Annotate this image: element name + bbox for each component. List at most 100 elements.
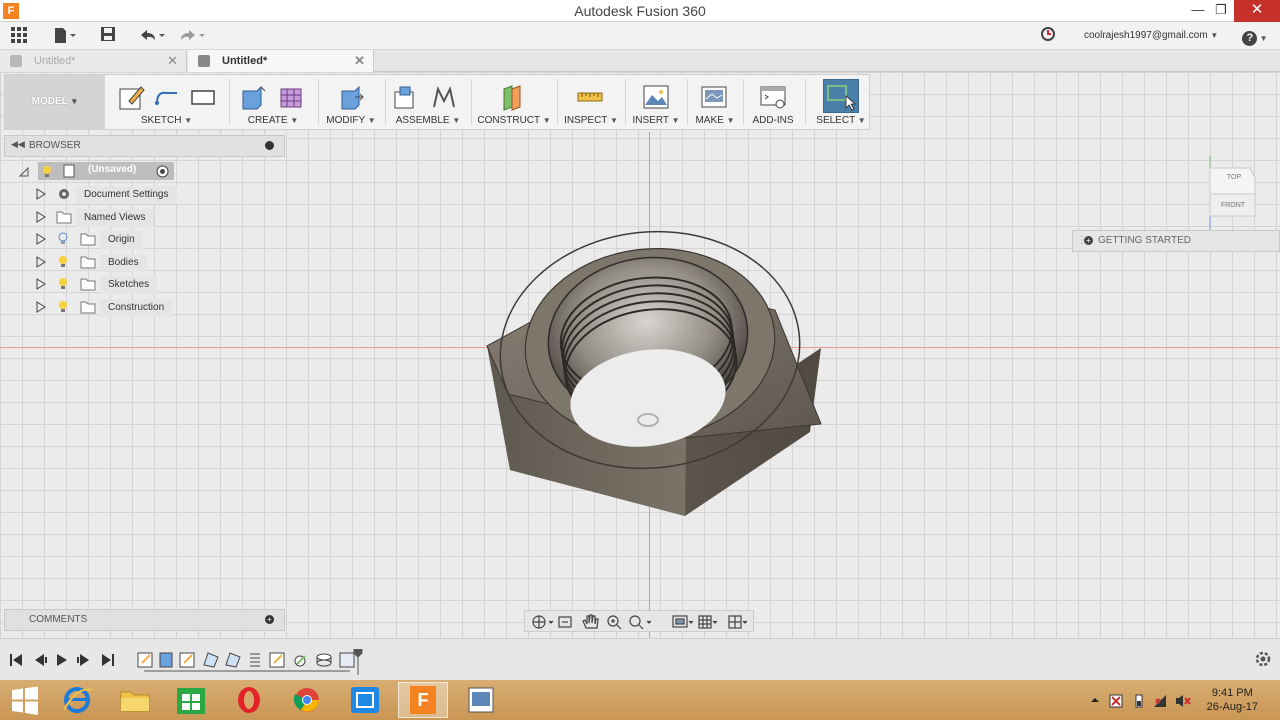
create-sketch-icon[interactable]	[117, 83, 145, 111]
file-menu-icon[interactable]	[50, 26, 80, 46]
timeline-bar	[0, 638, 1280, 680]
select-menu[interactable]: SELECT ▼	[811, 115, 871, 126]
expand-arrow-icon[interactable]	[36, 211, 46, 223]
divider	[805, 79, 806, 125]
workspace-label: MODEL	[31, 96, 68, 107]
inspect-menu[interactable]: INSPECT ▼	[560, 115, 622, 126]
rectangle-icon[interactable]	[189, 83, 217, 111]
document-tab-bar: Untitled* ✕ Untitled* ✕	[0, 50, 1280, 72]
create-menu[interactable]: CREATE ▼	[233, 115, 313, 126]
visibility-bulb-icon[interactable]	[40, 164, 54, 178]
undo-icon[interactable]	[136, 26, 168, 46]
document-tab-active[interactable]: Untitled* ✕	[188, 50, 374, 72]
clock-time: 9:41 PM	[1211, 687, 1253, 699]
save-icon[interactable]	[98, 26, 118, 46]
assemble-menu[interactable]: ASSEMBLE ▼	[388, 115, 468, 126]
visibility-bulb-icon[interactable]	[56, 299, 70, 313]
zoom-icon	[607, 615, 622, 630]
user-account-menu[interactable]: coolrajesh1997@gmail.com ▼	[1084, 30, 1218, 41]
document-viewer-icon[interactable]	[456, 682, 506, 718]
opera-icon[interactable]	[224, 682, 274, 718]
divider	[229, 79, 230, 125]
joint-icon[interactable]	[430, 83, 458, 111]
chevron-down-icon: ▼	[610, 116, 618, 125]
help-menu[interactable]: ? ▼	[1242, 26, 1268, 46]
job-status-icon[interactable]	[1038, 26, 1058, 46]
getting-started-panel[interactable]: ⋮ + GETTING STARTED	[1072, 230, 1280, 252]
new-component-icon[interactable]	[392, 83, 420, 111]
add-ins-menu[interactable]: ADD-INS	[745, 115, 801, 126]
make-menu[interactable]: MAKE ▼	[690, 115, 740, 126]
select-group: SELECT ▼	[811, 75, 871, 129]
offset-plane-icon[interactable]	[498, 83, 526, 111]
view-cube-top-face[interactable]: TOP	[1215, 174, 1253, 181]
screen-capture-icon[interactable]	[340, 682, 390, 718]
insert-menu[interactable]: INSERT ▼	[628, 115, 684, 126]
line-icon[interactable]	[153, 83, 181, 111]
redo-icon[interactable]	[176, 26, 208, 46]
timeline-features[interactable]	[134, 648, 364, 675]
expand-arrow-icon[interactable]	[36, 256, 46, 268]
collapse-panel-icon[interactable]: ◀◀	[11, 139, 25, 150]
internet-explorer-icon[interactable]	[52, 682, 102, 718]
collapse-arrow-icon[interactable]	[18, 166, 30, 178]
system-tray[interactable]	[1088, 692, 1198, 710]
select-tool-button[interactable]	[823, 79, 859, 113]
browser-item-construction[interactable]: Construction	[36, 297, 186, 317]
close-button[interactable]: ✕	[1234, 0, 1280, 22]
tree-item-label: Named Views	[76, 209, 154, 227]
sketch-menu[interactable]: SKETCH ▼	[109, 115, 224, 126]
windows-logo-icon	[12, 686, 38, 715]
scripts-icon[interactable]	[759, 83, 787, 111]
browser-item-named-views[interactable]: Named Views	[36, 207, 186, 227]
add-comment-icon[interactable]: +	[265, 615, 274, 624]
browser-panel-header[interactable]: ◀◀ BROWSER	[4, 135, 285, 157]
measure-icon[interactable]	[576, 83, 604, 111]
visibility-bulb-icon[interactable]	[56, 276, 70, 290]
close-tab-icon[interactable]: ✕	[167, 50, 178, 72]
chevron-down-icon: ▼	[290, 116, 299, 125]
comments-panel-header[interactable]: COMMENTS +	[4, 609, 285, 631]
system-clock[interactable]: 9:41 PM 26-Aug-17	[1207, 686, 1258, 714]
close-tab-icon[interactable]: ✕	[354, 50, 365, 72]
expand-arrow-icon[interactable]	[36, 233, 46, 245]
document-tab[interactable]: Untitled* ✕	[0, 50, 187, 72]
visibility-bulb-icon[interactable]	[56, 231, 70, 245]
expand-arrow-icon[interactable]	[36, 301, 46, 313]
fusion-360-taskbar-icon[interactable]: F	[398, 682, 448, 718]
3d-print-icon[interactable]	[700, 83, 728, 111]
view-cube-front-face[interactable]: FRONT	[1211, 202, 1255, 209]
divider	[318, 79, 319, 125]
workspace-switcher[interactable]: MODEL ▼	[5, 75, 105, 129]
insert-image-icon[interactable]	[642, 83, 670, 111]
visibility-bulb-icon[interactable]	[56, 254, 70, 268]
browser-item-origin[interactable]: Origin	[36, 229, 186, 249]
browser-item-bodies[interactable]: Bodies	[36, 252, 186, 272]
browser-title: BROWSER	[29, 140, 81, 151]
store-icon[interactable]	[166, 682, 216, 718]
file-explorer-icon[interactable]	[110, 682, 160, 718]
construct-menu[interactable]: CONSTRUCT ▼	[474, 115, 554, 126]
expand-arrow-icon[interactable]	[36, 188, 46, 200]
press-pull-icon[interactable]	[337, 83, 365, 111]
start-button[interactable]	[0, 682, 50, 718]
browser-root-item[interactable]: (Unsaved)	[18, 162, 178, 182]
activate-radio-icon[interactable]	[156, 165, 169, 178]
assemble-label: ASSEMBLE	[395, 115, 450, 126]
expand-arrow-icon[interactable]	[36, 278, 46, 290]
restore-button[interactable]: ❐	[1207, 0, 1235, 22]
chrome-icon[interactable]	[282, 682, 332, 718]
form-box-icon[interactable]	[277, 83, 305, 111]
extrude-icon[interactable]	[239, 83, 267, 111]
browser-item-document-settings[interactable]: Document Settings	[36, 184, 186, 204]
view-cube[interactable]: TOP FRONT	[1205, 154, 1265, 234]
hex-nut-model[interactable]	[480, 198, 830, 518]
minimize-panel-icon[interactable]	[265, 141, 274, 150]
modify-label: MODIFY	[326, 115, 365, 126]
divider	[625, 79, 626, 125]
modify-menu[interactable]: MODIFY ▼	[321, 115, 381, 126]
browser-item-sketches[interactable]: Sketches	[36, 274, 186, 294]
expand-plus-icon[interactable]: +	[1084, 236, 1093, 245]
data-panel-grid-icon[interactable]	[8, 26, 30, 46]
timeline-settings-gear-icon[interactable]	[1254, 650, 1272, 668]
